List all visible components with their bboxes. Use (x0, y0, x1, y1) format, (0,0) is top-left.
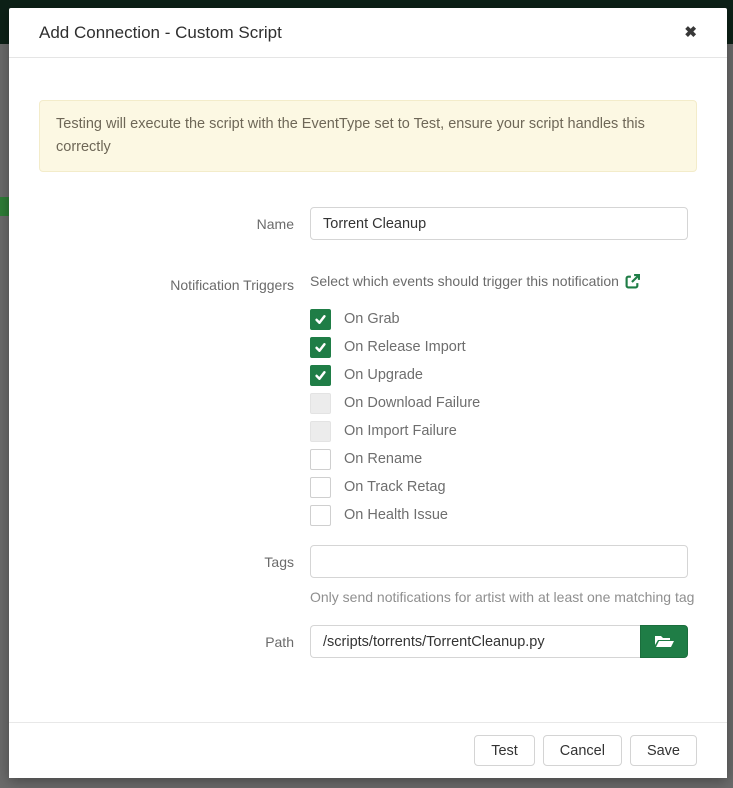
external-link-icon[interactable] (625, 274, 640, 289)
triggers-label: Notification Triggers (39, 268, 310, 293)
triggers-hint-text: Select which events should trigger this … (310, 273, 619, 289)
close-icon[interactable]: ✖ (684, 25, 697, 40)
trigger-row: On Download Failure (310, 389, 688, 417)
trigger-checkbox-4 (310, 421, 331, 442)
trigger-label: On Track Retag (344, 479, 446, 495)
path-label: Path (39, 625, 310, 650)
path-row: Path (39, 625, 697, 658)
trigger-label: On Release Import (344, 339, 466, 355)
trigger-checkbox-list: On Grab On Release Import On Upgrade On … (310, 305, 688, 529)
trigger-label: On Grab (344, 311, 400, 327)
trigger-row[interactable]: On Grab (310, 305, 688, 333)
triggers-hint: Select which events should trigger this … (310, 268, 688, 289)
trigger-label: On Rename (344, 451, 422, 467)
trigger-label: On Download Failure (344, 395, 480, 411)
modal-header: Add Connection - Custom Script ✖ (9, 8, 727, 58)
modal-footer: Test Cancel Save (9, 722, 727, 778)
trigger-row: On Import Failure (310, 417, 688, 445)
trigger-checkbox-2[interactable] (310, 365, 331, 386)
name-label: Name (39, 207, 310, 232)
modal-title: Add Connection - Custom Script (39, 23, 282, 43)
add-connection-modal: Add Connection - Custom Script ✖ Testing… (9, 8, 727, 778)
modal-body: Testing will execute the script with the… (9, 58, 727, 722)
cancel-button[interactable]: Cancel (543, 735, 622, 766)
trigger-label: On Health Issue (344, 507, 448, 523)
save-button[interactable]: Save (630, 735, 697, 766)
triggers-row: Notification Triggers Select which event… (39, 268, 697, 545)
tags-input[interactable] (310, 545, 688, 578)
trigger-label: On Upgrade (344, 367, 423, 383)
trigger-checkbox-5[interactable] (310, 449, 331, 470)
trigger-row[interactable]: On Rename (310, 445, 688, 473)
name-input[interactable] (310, 207, 688, 240)
tags-row: Tags Only send notifications for artist … (39, 545, 697, 609)
test-warning-alert: Testing will execute the script with the… (39, 100, 697, 172)
path-input[interactable] (310, 625, 640, 658)
trigger-row[interactable]: On Upgrade (310, 361, 688, 389)
name-row: Name (39, 207, 697, 240)
trigger-checkbox-6[interactable] (310, 477, 331, 498)
trigger-row[interactable]: On Release Import (310, 333, 688, 361)
tags-help-text: Only send notifications for artist with … (310, 586, 700, 609)
trigger-row[interactable]: On Health Issue (310, 501, 688, 529)
tags-label: Tags (39, 545, 310, 570)
browse-path-button[interactable] (640, 625, 688, 658)
test-button[interactable]: Test (474, 735, 535, 766)
trigger-checkbox-0[interactable] (310, 309, 331, 330)
trigger-label: On Import Failure (344, 423, 457, 439)
trigger-checkbox-1[interactable] (310, 337, 331, 358)
trigger-checkbox-3 (310, 393, 331, 414)
trigger-row[interactable]: On Track Retag (310, 473, 688, 501)
trigger-checkbox-7[interactable] (310, 505, 331, 526)
folder-open-icon (654, 634, 674, 649)
